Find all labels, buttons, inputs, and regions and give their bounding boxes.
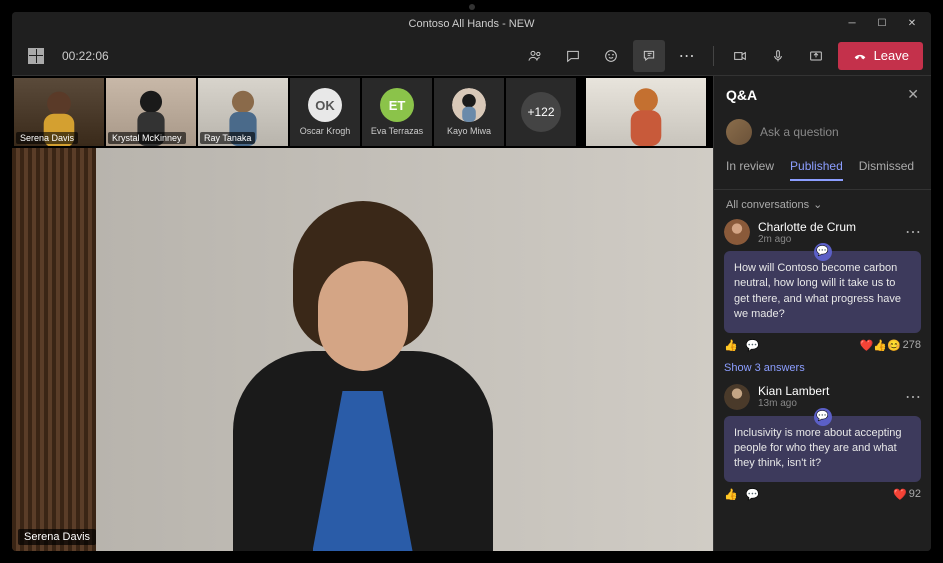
leave-button[interactable]: Leave — [838, 42, 923, 70]
participant-tile[interactable]: Kayo Miwa — [434, 78, 504, 146]
ask-question-row[interactable]: Ask a question — [714, 113, 931, 151]
comment-button[interactable]: 💬 — [746, 339, 760, 352]
camera-button[interactable] — [724, 40, 756, 72]
people-icon — [527, 48, 543, 64]
qa-close-button[interactable]: ✕ — [907, 86, 919, 103]
qa-item: Kian Lambert 13m ago ⋯ 💬 Inclusivity is … — [724, 384, 921, 507]
question-more-button[interactable]: ⋯ — [905, 222, 921, 242]
stage-speaker-label: Serena Davis — [18, 529, 96, 545]
more-icon: ⋯ — [679, 46, 695, 66]
author-avatar — [724, 219, 750, 245]
participant-tile[interactable]: Serena Davis — [14, 78, 104, 146]
qa-badge-icon: 💬 — [814, 243, 832, 261]
spotlight-tile[interactable] — [586, 78, 706, 146]
share-icon — [808, 48, 824, 64]
self-avatar — [726, 119, 752, 145]
share-button[interactable] — [800, 40, 832, 72]
question-more-button[interactable]: ⋯ — [905, 387, 921, 407]
qa-panel: Q&A ✕ Ask a question In review Published… — [713, 76, 931, 551]
tab-published[interactable]: Published — [790, 159, 843, 181]
chat-icon — [565, 48, 581, 64]
qa-item: Charlotte de Crum 2m ago ⋯ 💬 How will Co… — [724, 219, 921, 374]
qa-badge-icon: 💬 — [814, 408, 832, 426]
tab-in-review[interactable]: In review — [726, 159, 774, 181]
question-bubble: 💬 Inclusivity is more about accepting pe… — [724, 416, 921, 482]
qa-tabs: In review Published Dismissed — [714, 151, 931, 190]
reaction-count: 92 — [909, 488, 921, 500]
gallery-view-button[interactable] — [20, 40, 52, 72]
participant-tile[interactable]: Ray Tanaka — [198, 78, 288, 146]
author-name: Kian Lambert — [758, 384, 829, 398]
titlebar: Contoso All Hands - NEW ─ ☐ ✕ — [12, 12, 931, 36]
participant-label: Krystal McKinney — [108, 132, 186, 144]
reactions-icon — [603, 48, 619, 64]
reactions-button[interactable] — [595, 40, 627, 72]
participant-label: Serena Davis — [16, 132, 78, 144]
minimize-button[interactable]: ─ — [841, 12, 863, 34]
participant-tile[interactable]: Krystal McKinney — [106, 78, 196, 146]
question-text: How will Contoso become carbon neutral, … — [734, 262, 901, 320]
mic-button[interactable] — [762, 40, 794, 72]
mic-icon — [770, 48, 786, 64]
upvote-button[interactable]: 👍 — [724, 339, 738, 352]
people-button[interactable] — [519, 40, 551, 72]
question-time: 2m ago — [758, 234, 856, 245]
speaker-video — [193, 211, 533, 551]
reaction-badges[interactable]: ❤️ — [893, 488, 907, 501]
reaction-badges[interactable]: ❤️👍😊 — [860, 339, 901, 352]
chevron-down-icon: ⌄ — [813, 198, 822, 211]
close-window-button[interactable]: ✕ — [901, 12, 923, 34]
maximize-button[interactable]: ☐ — [871, 12, 893, 34]
participant-label: Kayo Miwa — [447, 126, 491, 136]
grid-icon — [28, 48, 44, 64]
window-title: Contoso All Hands - NEW — [409, 18, 535, 30]
participant-tile[interactable]: OK Oscar Krogh — [290, 78, 360, 146]
reaction-count: 278 — [903, 339, 921, 351]
participant-strip: Serena Davis Krystal McKinney Ray Tanaka… — [12, 76, 713, 148]
camera-icon — [732, 48, 748, 64]
leave-label: Leave — [874, 48, 909, 63]
participant-tile[interactable]: ET Eva Terrazas — [362, 78, 432, 146]
comment-button[interactable]: 💬 — [746, 488, 760, 501]
avatar-image — [452, 88, 486, 122]
upvote-button[interactable]: 👍 — [724, 488, 738, 501]
avatar-initials: OK — [308, 88, 342, 122]
avatar-initials: ET — [380, 88, 414, 122]
qa-button[interactable] — [633, 40, 665, 72]
tab-dismissed[interactable]: Dismissed — [859, 159, 914, 181]
qa-filter[interactable]: All conversations ⌄ — [714, 190, 931, 219]
more-button[interactable]: ⋯ — [671, 40, 703, 72]
qa-filter-label: All conversations — [726, 199, 809, 211]
meeting-timer: 00:22:06 — [62, 49, 109, 63]
chat-button[interactable] — [557, 40, 589, 72]
qa-icon — [641, 48, 657, 64]
participant-overflow[interactable]: +122 — [506, 78, 576, 146]
meeting-toolbar: 00:22:06 ⋯ Leave — [12, 36, 931, 76]
question-text: Inclusivity is more about accepting peop… — [734, 427, 902, 470]
main-stage: Serena Davis — [12, 148, 713, 551]
overflow-count: +122 — [521, 92, 561, 132]
participant-label: Ray Tanaka — [200, 132, 255, 144]
show-answers-link[interactable]: Show 3 answers — [724, 362, 921, 374]
spotlight-video — [586, 78, 706, 146]
participant-label: Oscar Krogh — [300, 126, 351, 136]
question-bubble: 💬 How will Contoso become carbon neutral… — [724, 251, 921, 333]
qa-title: Q&A — [726, 87, 757, 103]
participant-label: Eva Terrazas — [371, 126, 423, 136]
author-avatar — [724, 384, 750, 410]
ask-question-input[interactable]: Ask a question — [760, 125, 839, 139]
author-name: Charlotte de Crum — [758, 220, 856, 234]
hangup-icon — [852, 48, 868, 64]
